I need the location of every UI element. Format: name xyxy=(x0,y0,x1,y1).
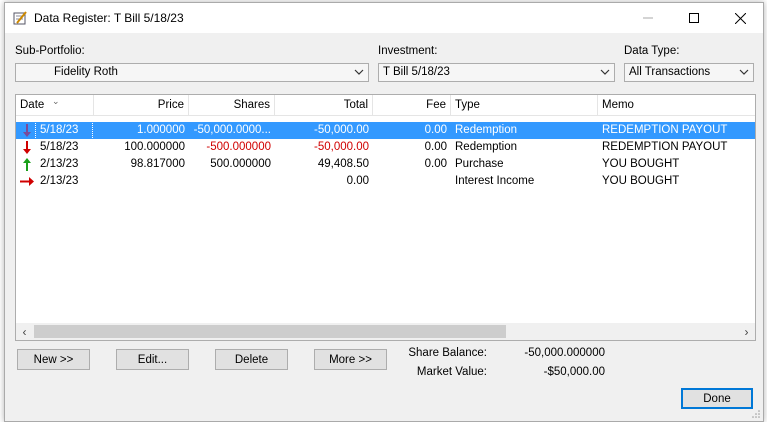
sub-portfolio-label: Sub-Portfolio: xyxy=(15,45,85,57)
chevron-down-icon xyxy=(354,69,364,75)
column-header-total[interactable]: Total xyxy=(275,95,373,115)
minimize-icon xyxy=(643,17,653,19)
table-header: Date ⌄ Price Shares Total Fee Type Memo xyxy=(16,95,755,116)
more-button[interactable]: More >> xyxy=(314,349,387,370)
register-edit-icon xyxy=(13,11,27,25)
market-value-label: Market Value: xyxy=(416,366,487,378)
scroll-thumb[interactable] xyxy=(34,325,506,338)
share-balance-label: Share Balance: xyxy=(408,347,487,359)
chevron-down-icon xyxy=(739,69,749,75)
red-down-arrow-icon xyxy=(23,141,31,154)
table-row[interactable]: 5/18/23 1.000000 -50,000.0000... -50,000… xyxy=(16,121,755,140)
table-row[interactable]: 5/18/23 100.000000 -500.000000 -50,000.0… xyxy=(16,139,755,156)
data-type-select[interactable]: All Transactions xyxy=(624,63,754,82)
sort-indicator-icon: ⌄ xyxy=(52,96,60,106)
window-title: Data Register: T Bill 5/18/23 xyxy=(34,11,184,25)
new-button[interactable]: New >> xyxy=(17,349,90,370)
transactions-table: Date ⌄ Price Shares Total Fee Type Memo … xyxy=(15,94,756,341)
title-bar: Data Register: T Bill 5/18/23 xyxy=(5,3,763,33)
chevron-down-icon xyxy=(600,69,610,75)
done-button[interactable]: Done xyxy=(681,388,753,409)
column-header-type[interactable]: Type xyxy=(451,95,598,115)
minimize-button[interactable] xyxy=(625,3,671,33)
edit-button[interactable]: Edit... xyxy=(116,349,189,370)
close-button[interactable] xyxy=(717,3,763,33)
column-header-memo[interactable]: Memo xyxy=(598,95,755,115)
purple-down-arrow-icon xyxy=(23,124,31,137)
data-type-label: Data Type: xyxy=(624,45,680,57)
delete-button[interactable]: Delete xyxy=(215,349,288,370)
scroll-left-icon[interactable]: ‹ xyxy=(16,323,33,340)
column-header-shares[interactable]: Shares xyxy=(189,95,275,115)
green-up-arrow-icon xyxy=(23,158,31,171)
sub-portfolio-select[interactable]: Fidelity Roth xyxy=(15,63,369,82)
table-row[interactable]: 2/13/23 98.817000 500.000000 49,408.50 0… xyxy=(16,156,755,173)
column-header-date[interactable]: Date ⌄ xyxy=(16,95,94,115)
investment-value: T Bill 5/18/23 xyxy=(383,66,450,78)
investment-select[interactable]: T Bill 5/18/23 xyxy=(378,63,615,82)
data-register-dialog: Data Register: T Bill 5/18/23 Sub-Portfo… xyxy=(4,2,764,422)
scroll-right-icon[interactable]: › xyxy=(738,323,755,340)
table-row[interactable]: 2/13/23 0.00 Interest Income YOU BOUGHT xyxy=(16,173,755,190)
data-type-value: All Transactions xyxy=(629,66,711,78)
maximize-icon xyxy=(689,13,699,23)
red-right-arrow-icon xyxy=(20,177,34,186)
sub-portfolio-value: Fidelity Roth xyxy=(54,66,118,78)
resize-grip-icon[interactable] xyxy=(751,409,761,419)
column-header-fee[interactable]: Fee xyxy=(373,95,451,115)
investment-label: Investment: xyxy=(378,45,438,57)
market-value-value: -$50,000.00 xyxy=(543,366,605,378)
share-balance-value: -50,000.000000 xyxy=(524,347,605,359)
maximize-button[interactable] xyxy=(671,3,717,33)
horizontal-scrollbar[interactable]: ‹ › xyxy=(16,323,755,340)
close-icon xyxy=(734,12,746,24)
column-header-price[interactable]: Price xyxy=(94,95,189,115)
